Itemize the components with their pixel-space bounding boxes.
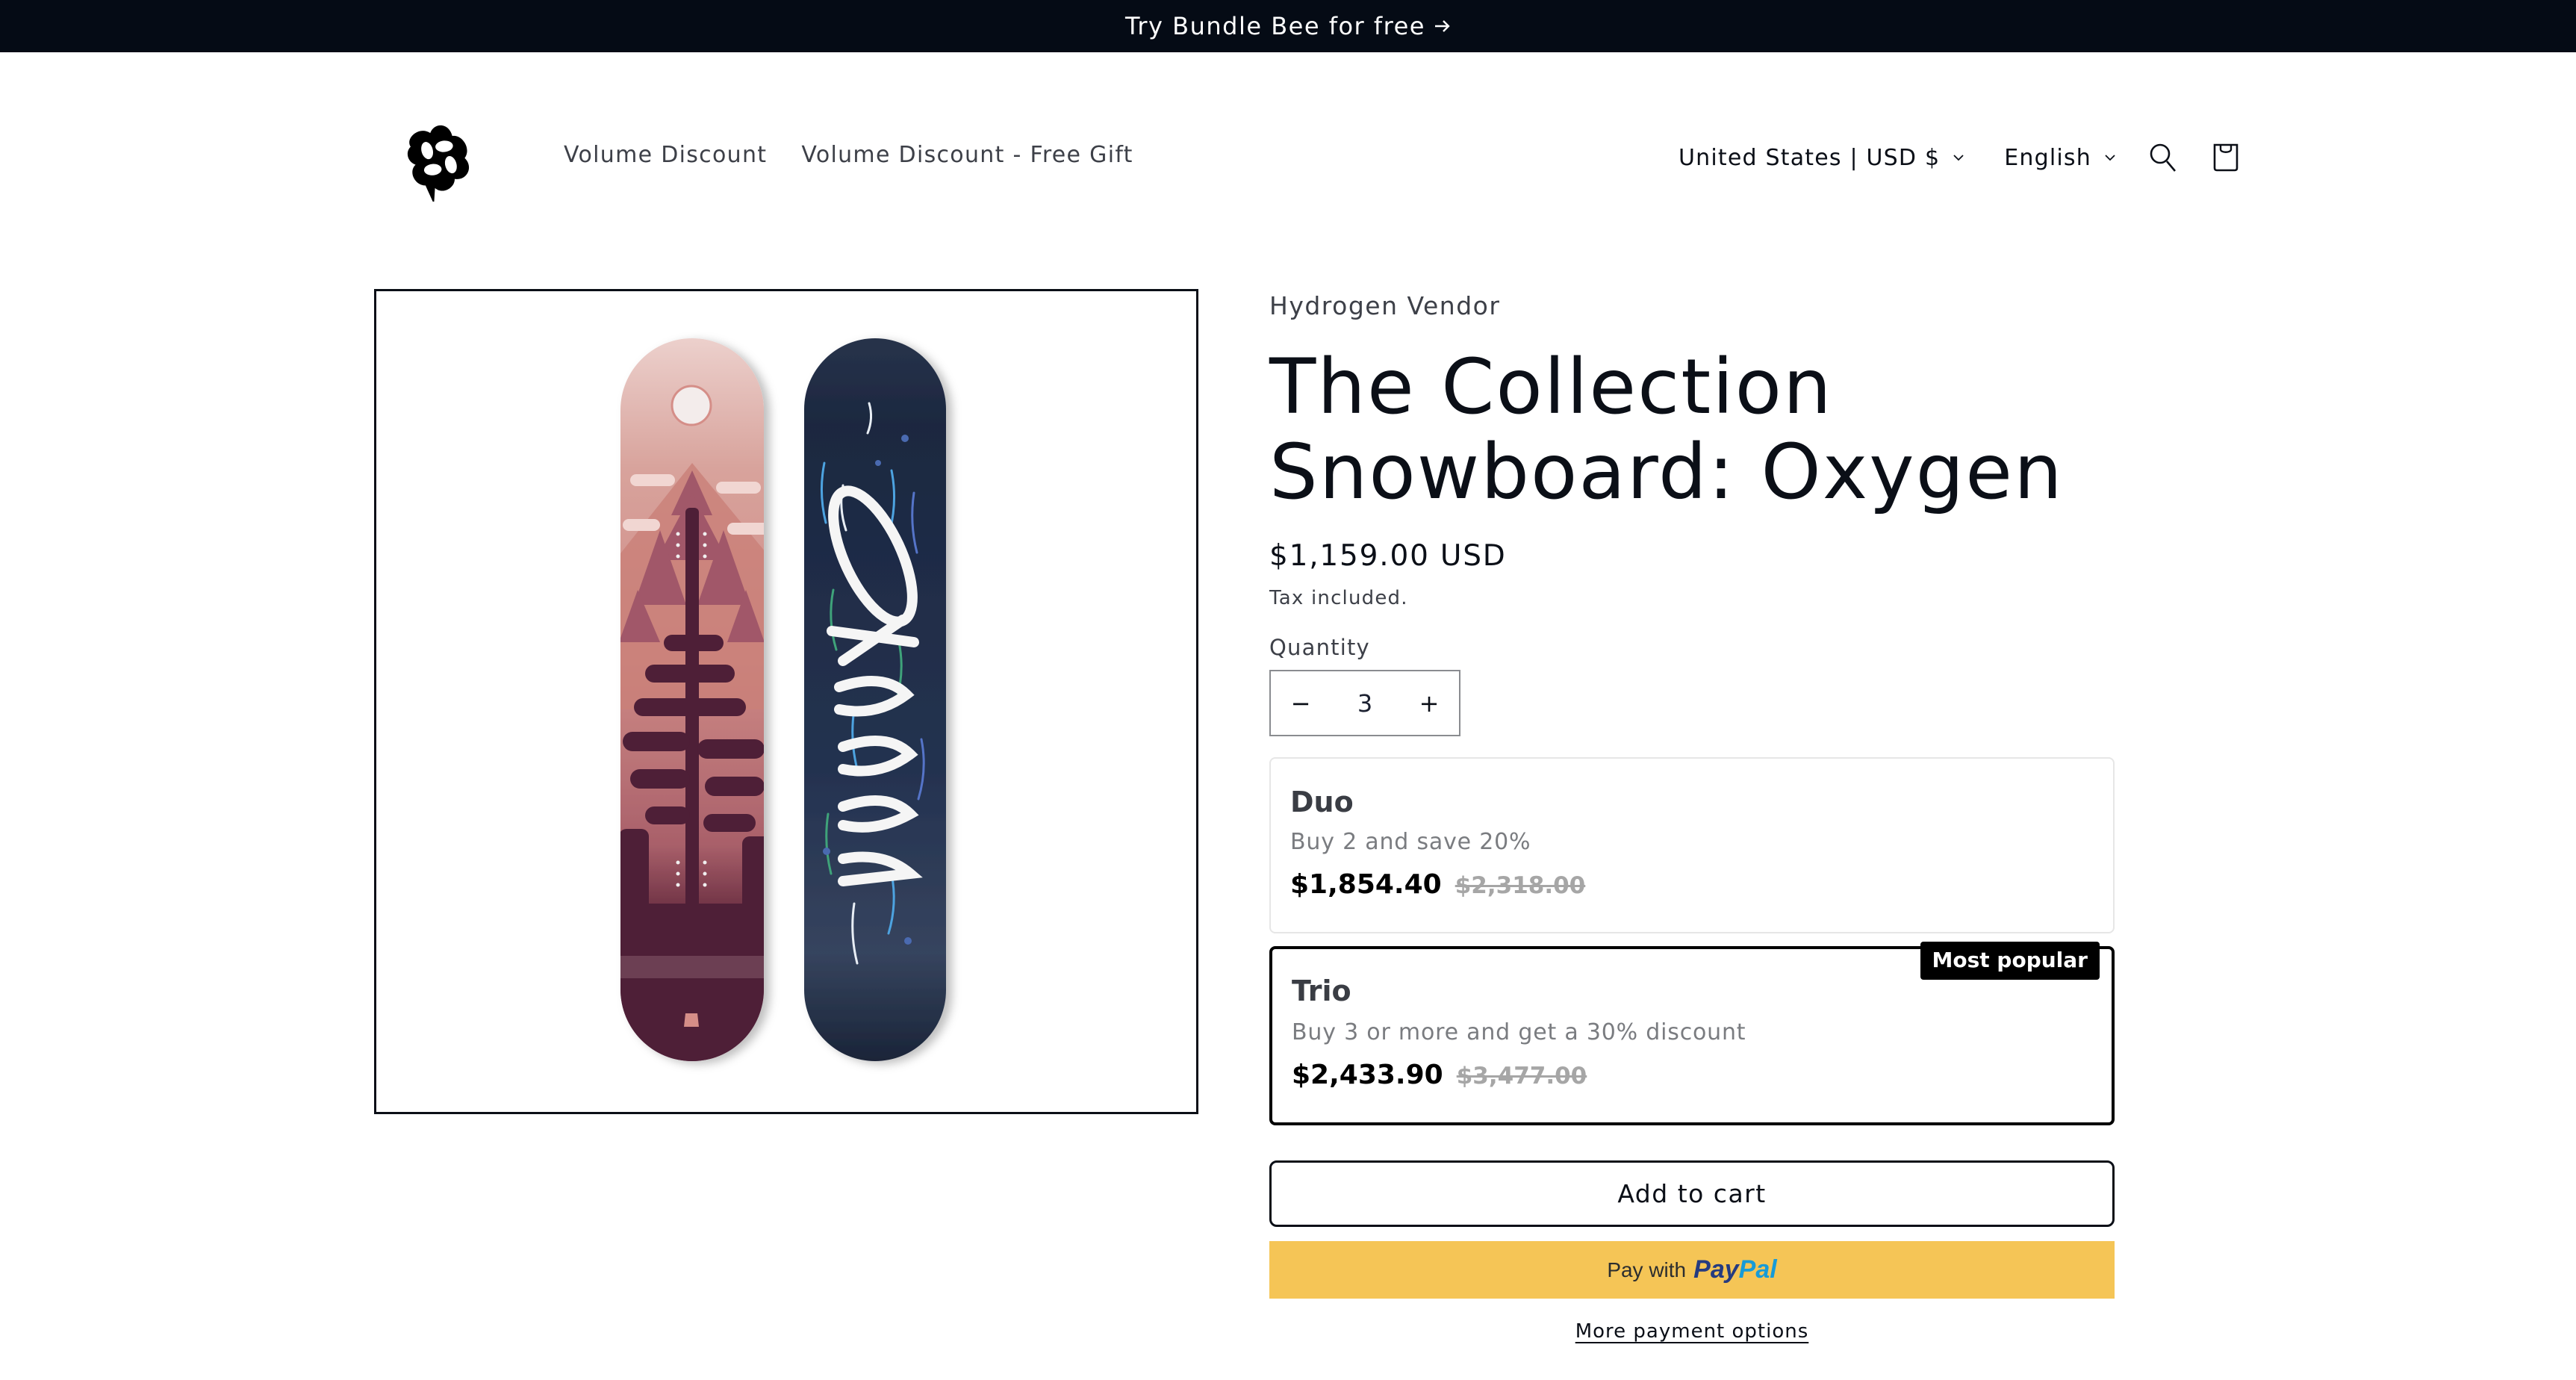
header-utilities: United States | USD $ English: [1679, 139, 2244, 176]
tier-prices: $2,433.90 $3,477.00: [1292, 1060, 1587, 1090]
tier-description: Buy 2 and save 20%: [1290, 829, 1531, 855]
bundle-tier-trio[interactable]: Most popular Trio Buy 3 or more and get …: [1269, 942, 2115, 1125]
tier-price: $2,433.90: [1292, 1060, 1443, 1090]
search-icon: [2150, 143, 2176, 172]
tier-compare-price: $3,477.00: [1456, 1063, 1587, 1090]
bundle-tier-duo[interactable]: Duo Buy 2 and save 20% $1,854.40 $2,318.…: [1269, 757, 2115, 933]
product-price: $1,159.00 USD: [1269, 539, 1507, 573]
language-selector[interactable]: English: [2004, 145, 2117, 171]
quantity-input[interactable]: [1339, 689, 1391, 718]
tier-description: Buy 3 or more and get a 30% discount: [1292, 1019, 1746, 1045]
most-popular-badge: Most popular: [1920, 942, 2100, 980]
paypal-button[interactable]: Pay with Pay Pal: [1269, 1241, 2115, 1299]
tier-compare-price: $2,318.00: [1455, 872, 1586, 899]
more-payment-options-link[interactable]: More payment options: [1575, 1320, 1809, 1343]
arrow-right-icon: [1434, 20, 1450, 32]
add-to-cart-button[interactable]: Add to cart: [1269, 1160, 2115, 1227]
snowboards-image: [620, 338, 946, 1061]
quantity-increase-button[interactable]: +: [1399, 671, 1459, 735]
product-title: The Collection Snowboard: Oxygen: [1269, 343, 2064, 517]
logo-link[interactable]: [397, 114, 485, 205]
announcement-bar: Try Bundle Bee for free: [0, 0, 2576, 52]
bundle-bee-logo-icon: [407, 125, 469, 205]
product-vendor: Hydrogen Vendor: [1269, 291, 1501, 320]
quantity-decrease-button[interactable]: −: [1271, 671, 1331, 735]
search-button[interactable]: [2145, 140, 2181, 175]
paypal-prefix: Pay with: [1607, 1258, 1687, 1281]
quantity-stepper: − +: [1269, 670, 1460, 736]
nav-volume-discount-free-gift[interactable]: Volume Discount - Free Gift: [801, 142, 1133, 168]
more-payment-options-wrap: More payment options: [1269, 1320, 2115, 1343]
chevron-down-icon: [1953, 155, 1964, 161]
announcement-text: Try Bundle Bee for free: [1125, 12, 1425, 40]
announcement-link[interactable]: Try Bundle Bee for free: [1125, 12, 1451, 40]
quantity-label: Quantity: [1269, 635, 1370, 660]
product-image[interactable]: [374, 289, 1198, 1114]
tier-name: Duo: [1290, 786, 1354, 818]
nav-volume-discount[interactable]: Volume Discount: [564, 142, 767, 168]
chevron-down-icon: [2105, 155, 2115, 161]
country-currency-selector[interactable]: United States | USD $: [1679, 145, 1965, 171]
tier-price: $1,854.40: [1290, 869, 1442, 900]
navy-snowboard: [804, 338, 946, 1061]
cart-button[interactable]: [2208, 140, 2244, 175]
tax-note: Tax included.: [1269, 587, 1408, 609]
main-nav: Volume Discount Volume Discount - Free G…: [564, 142, 1133, 168]
tier-prices: $1,854.40 $2,318.00: [1290, 869, 1585, 900]
tier-name: Trio: [1292, 975, 1351, 1007]
paypal-logo-pal: Pal: [1738, 1255, 1777, 1284]
language-value: English: [2004, 144, 2091, 171]
paypal-logo-pay: Pay: [1693, 1255, 1739, 1284]
pink-snowboard: [620, 338, 764, 1061]
country-currency-value: United States | USD $: [1679, 144, 1941, 171]
cart-bag-icon: [2213, 143, 2239, 172]
